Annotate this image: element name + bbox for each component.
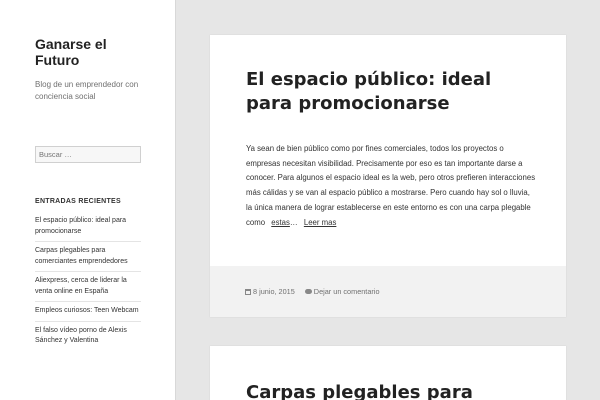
- ellipsis: …: [289, 217, 298, 227]
- main-content: El espacio público: ideal para promocion…: [176, 0, 600, 400]
- comment-icon: [304, 289, 312, 294]
- post-card: El espacio público: ideal para promocion…: [210, 35, 566, 317]
- calendar-icon: [245, 288, 251, 295]
- sidebar: Ganarse el Futuro Blog de un emprendedor…: [0, 0, 176, 400]
- comment-link-text: Dejar un comentario: [313, 287, 380, 296]
- recent-post-link[interactable]: Aliexpress, cerca de liderar la venta on…: [35, 272, 141, 302]
- recent-post-link[interactable]: Carpas plegables para comerciantes empre…: [35, 242, 141, 272]
- site-description: Blog de un emprendedor con conciencia so…: [35, 80, 139, 101]
- search-input[interactable]: [35, 146, 141, 163]
- recent-posts-list: El espacio público: ideal para promocion…: [35, 216, 141, 351]
- recent-posts-title: ENTRADAS RECIENTES: [35, 198, 121, 205]
- post-date[interactable]: 8 junio, 2015: [245, 287, 295, 296]
- recent-post-link[interactable]: El falso vídeo porno de Alexis Sánchez y…: [35, 322, 141, 351]
- post-excerpt: Ya sean de bien público como por fines c…: [210, 116, 566, 230]
- comment-link[interactable]: Dejar un comentario: [304, 287, 380, 296]
- read-more-link[interactable]: Leer mas: [304, 218, 337, 227]
- post-title[interactable]: El espacio público: ideal para promocion…: [210, 35, 566, 116]
- site-title[interactable]: Ganarse el Futuro: [35, 36, 141, 68]
- post-footer: 8 junio, 2015 Dejar un comentario: [210, 266, 566, 317]
- excerpt-text: Ya sean de bien público como por fines c…: [246, 144, 536, 227]
- post-card: Carpas plegables para: [210, 346, 566, 400]
- recent-post-link[interactable]: Empleos curiosos: Teen Webcam: [35, 302, 141, 322]
- inline-link[interactable]: estas: [271, 218, 290, 227]
- post-title[interactable]: Carpas plegables para: [210, 346, 566, 400]
- recent-post-link[interactable]: El espacio público: ideal para promocion…: [35, 216, 141, 242]
- post-date-text: 8 junio, 2015: [253, 287, 295, 296]
